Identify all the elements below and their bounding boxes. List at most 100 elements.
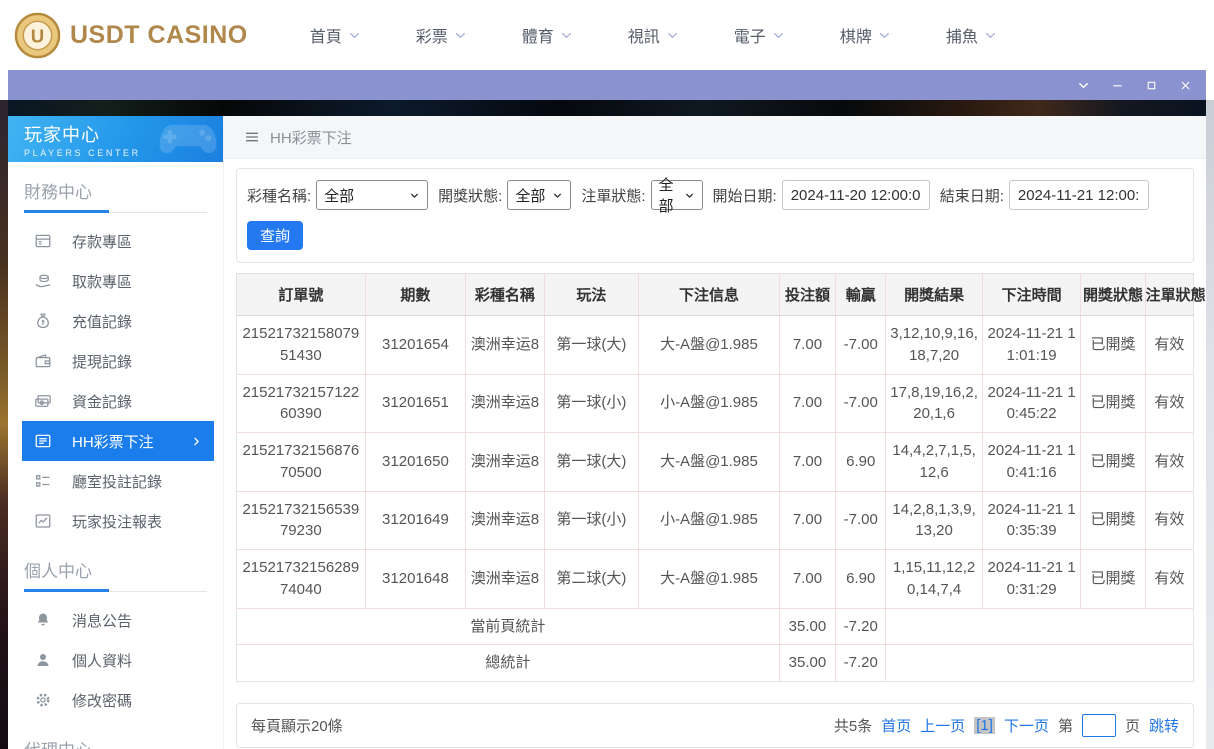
- nav-item-6[interactable]: 棋牌: [840, 23, 891, 47]
- table-cell: 大-A盤@1.985: [638, 549, 780, 608]
- sidebar-section-title-2: 個人中心: [24, 562, 92, 581]
- nav-item-1[interactable]: 首頁: [310, 23, 361, 47]
- table-cell: 7.00: [778, 490, 836, 550]
- section-underline-accent: [24, 589, 109, 592]
- table-cell: 已開獎: [1080, 373, 1146, 433]
- hall-record-icon: [34, 472, 52, 490]
- nav-item-7[interactable]: 捕魚: [946, 23, 997, 47]
- sidebar-item-label: 資金記錄: [72, 393, 133, 411]
- breadcrumb: HH彩票下注: [224, 116, 1206, 159]
- sidebar-item-player-bet-report[interactable]: 玩家投注報表: [22, 501, 214, 541]
- nav-item-label: 體育: [521, 29, 554, 46]
- section-underline: [24, 589, 207, 592]
- background-right-edge: [1206, 100, 1214, 749]
- table-cell: 2152173215807951430: [242, 325, 360, 364]
- sidebar-item-deposit[interactable]: 存款專區: [22, 221, 214, 261]
- sidebar-item-withdraw[interactable]: 取款專區: [22, 261, 214, 301]
- summary-row: 總統計 35.00 -7.20: [236, 644, 1194, 682]
- nav-item-label: 視訊: [627, 29, 660, 46]
- sidebar-item-hall-bet-record[interactable]: 廳室投註記錄: [22, 461, 214, 501]
- window-maximize-button[interactable]: [1145, 79, 1158, 92]
- jump-page-link[interactable]: 跳转: [1149, 715, 1179, 736]
- svg-text:U: U: [31, 25, 44, 46]
- nav-item-2[interactable]: 彩票: [416, 23, 467, 47]
- table-cell: 2024-11-21 10:41:16: [981, 432, 1081, 491]
- order-status-select[interactable]: 全部: [650, 177, 703, 215]
- order-status-value: 全部: [658, 177, 674, 215]
- main-content: HH彩票下注 彩種名稱: 全部 開獎狀態: 全部 注單狀態: 全部 開始日期: …: [224, 116, 1206, 749]
- table-cell: 7.00: [778, 432, 836, 491]
- table-row: 2152173215712260390 31201651 澳洲幸运8 第一球(小) 小-…: [236, 373, 1194, 433]
- pagination: 共5条 首页 上一页 [1] 下一页 第 页 跳转: [834, 714, 1179, 737]
- brand-logo[interactable]: U USDT CASINO: [14, 12, 248, 59]
- window-close-button[interactable]: [1179, 79, 1192, 92]
- chevron-down-icon: [684, 190, 695, 201]
- nav-item-label: 電子: [733, 29, 766, 46]
- end-date-input[interactable]: [1008, 180, 1149, 210]
- chevron-down-icon: [772, 29, 785, 42]
- table-cell: 7.00: [778, 315, 836, 374]
- table-header-row: 訂單號 期數 彩種名稱 玩法 下注信息 投注額 輸贏 開獎結果 下注時間 開獎狀態 注單狀態: [236, 273, 1206, 316]
- table-cell: 第一球(大): [543, 432, 639, 491]
- end-date-label: 結束日期:: [939, 187, 1004, 205]
- sidebar-item-profile[interactable]: 個人資料: [22, 640, 214, 680]
- summary-win-loss: -7.20: [835, 644, 886, 682]
- table-row: 2152173215628974040 31201648 澳洲幸运8 第二球(大) 大-…: [236, 549, 1194, 608]
- table-cell: 第一球(大): [543, 315, 639, 374]
- table-cell: 澳洲幸运8: [465, 315, 545, 374]
- summary-row: 當前頁統計 35.00 -7.20: [236, 607, 1194, 645]
- sidebar-item-recharge-record[interactable]: 充值記錄: [22, 301, 214, 341]
- table-cell: -7.00: [835, 373, 886, 433]
- nav-item-5[interactable]: 電子: [734, 23, 785, 47]
- page-title: HH彩票下注: [270, 129, 352, 147]
- table-cell: 已開獎: [1080, 432, 1146, 491]
- chevron-down-icon: [454, 29, 467, 42]
- sidebar-item-messages[interactable]: 消息公告: [22, 600, 214, 640]
- funds-icon: [34, 392, 52, 410]
- chevron-down-icon: [666, 29, 679, 42]
- table-cell: 31201651: [364, 373, 466, 433]
- window-minimize-button[interactable]: [1111, 79, 1124, 92]
- column-header-2: 期數: [364, 273, 466, 316]
- table-cell: 有效: [1144, 432, 1194, 491]
- usdt-coin-icon: U: [14, 12, 61, 59]
- table-cell: 2152173215653979230: [236, 490, 366, 550]
- start-date-input[interactable]: [781, 180, 930, 210]
- sidebar-item-withdrawal-record[interactable]: 提現記錄: [22, 341, 214, 381]
- menu-icon[interactable]: [244, 129, 260, 145]
- first-page-link[interactable]: 首页: [881, 715, 911, 736]
- sidebar-item-funds-record[interactable]: 資金記錄: [22, 381, 214, 421]
- page-number-input[interactable]: [1081, 714, 1116, 737]
- column-header-4: 玩法: [543, 273, 639, 316]
- content-body: 彩種名稱: 全部 開獎狀態: 全部 注單狀態: 全部 開始日期: 2024-11…: [224, 159, 1206, 748]
- banner-strip: [8, 100, 1206, 116]
- lottery-name-select[interactable]: 全部: [316, 180, 429, 210]
- table-cell: 小-A盤@1.985: [638, 373, 780, 433]
- nav-item-3[interactable]: 體育: [522, 23, 573, 47]
- sidebar-item-label: 消息公告: [72, 612, 133, 630]
- window-collapse-button[interactable]: [1077, 79, 1090, 92]
- sidebar-item-hh-lottery-bets[interactable]: HH彩票下注: [22, 421, 214, 461]
- sidebar-item-change-password[interactable]: 修改密碼: [22, 680, 214, 720]
- table-cell: 第二球(大): [543, 549, 639, 608]
- draw-status-select[interactable]: 全部: [507, 180, 572, 210]
- current-page-indicator[interactable]: [1]: [974, 717, 995, 734]
- jump-suffix-label: 页: [1124, 718, 1140, 735]
- table-cell: 17,8,19,16,2,20,1,6: [885, 373, 983, 433]
- table-cell: -7.00: [835, 315, 886, 374]
- next-page-link[interactable]: 下一页: [1004, 715, 1049, 736]
- main-nav: 首頁 彩票 體育 視訊 電子 棋牌 捕魚: [310, 23, 997, 47]
- sidebar-item-label: 充值記錄: [72, 313, 133, 331]
- chevron-down-icon: [984, 29, 997, 42]
- prev-page-link[interactable]: 上一页: [920, 715, 965, 736]
- table-cell: 大-A盤@1.985: [638, 432, 780, 491]
- nav-item-4[interactable]: 視訊: [628, 23, 679, 47]
- table-cell: 第一球(小): [543, 490, 639, 550]
- sidebar-item-label: 修改密碼: [72, 692, 133, 710]
- table-cell: 7.00: [778, 373, 836, 433]
- column-header-10: 開獎狀態: [1080, 273, 1146, 316]
- user-icon: [34, 651, 52, 669]
- table-cell: 2152173215628974040: [236, 549, 366, 608]
- lottery-name-value: 全部: [324, 187, 355, 205]
- search-button[interactable]: 查詢: [247, 221, 304, 250]
